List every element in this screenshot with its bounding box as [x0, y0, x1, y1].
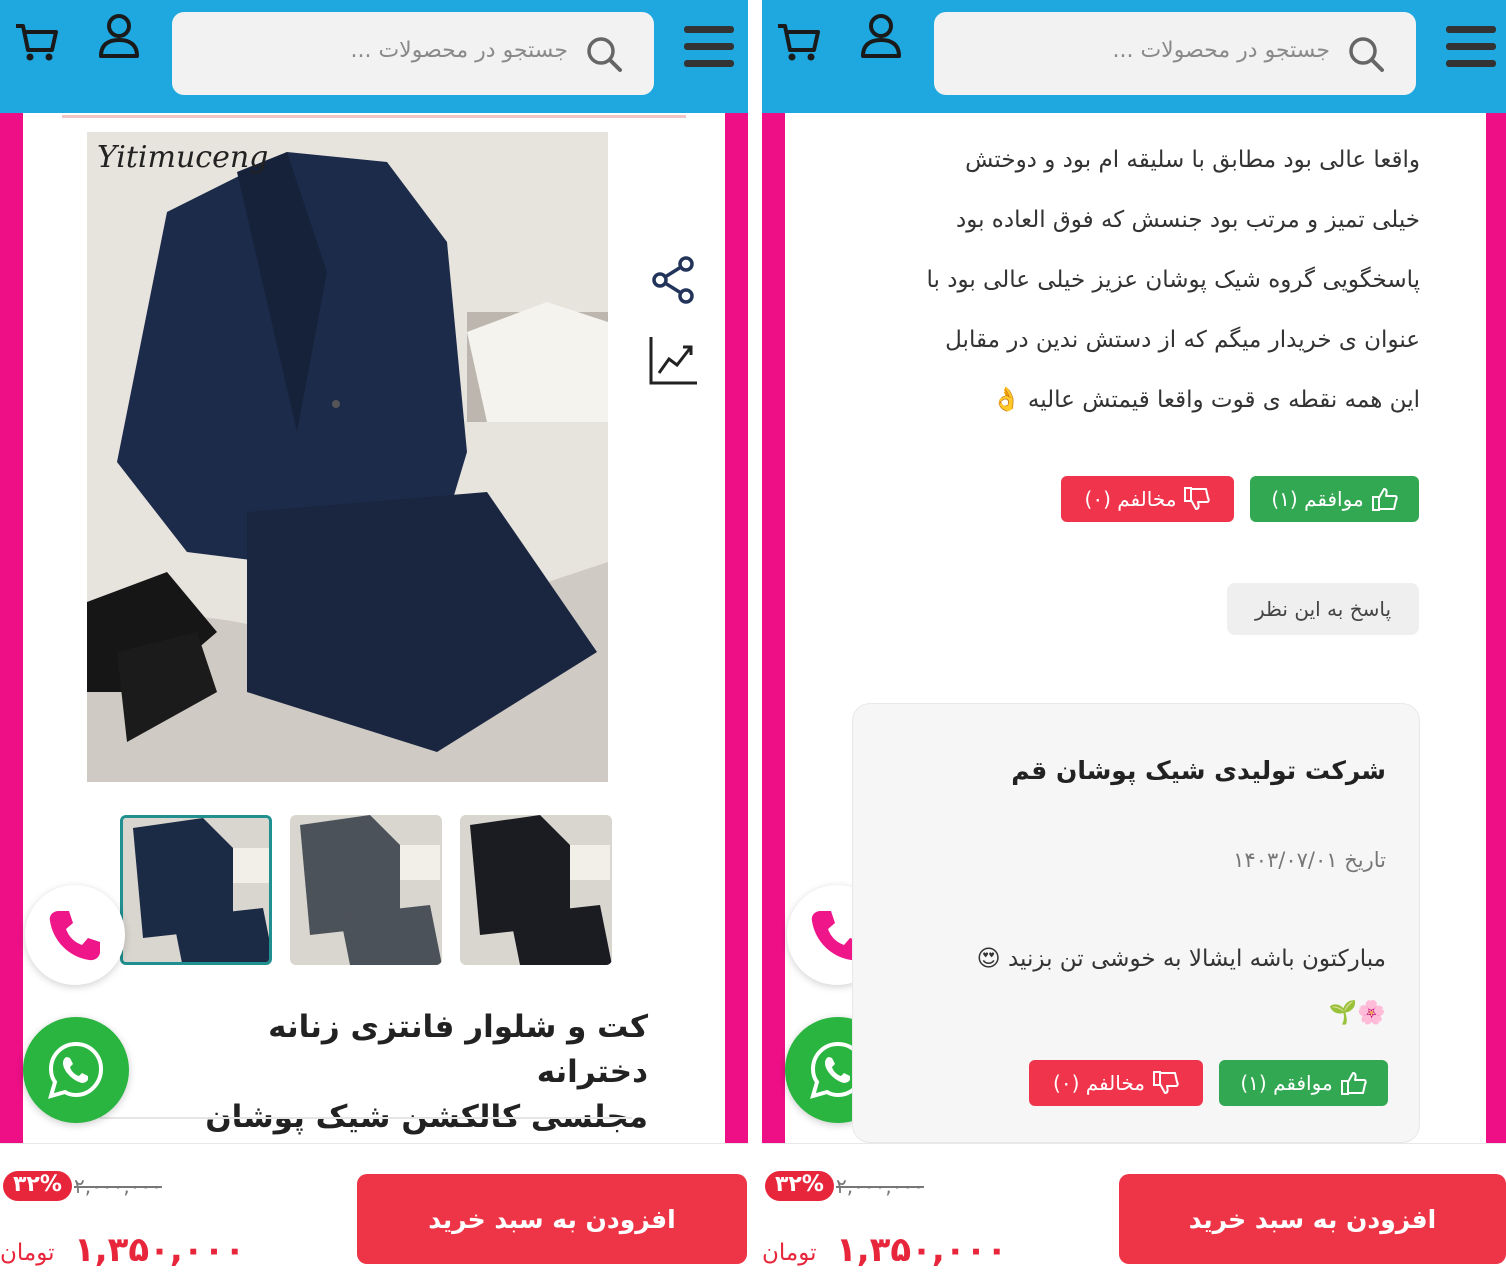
top-header: جستجو در محصولات ... [0, 0, 748, 113]
discount-badge: ۳۲% [765, 1171, 834, 1201]
menu-icon[interactable] [1446, 26, 1496, 68]
thumbnail-navy[interactable] [120, 815, 272, 965]
thumbnail-image [290, 815, 442, 965]
answer-text: مبارکتون باشه ایشالا به خوشی تن بزنید 😍 … [886, 932, 1386, 1040]
old-price: ۲,۰۰۰,۰۰۰ [836, 1174, 924, 1198]
suit-photo [87, 132, 608, 782]
disagree-label: مخالفم (۰) [1053, 1071, 1145, 1095]
answer-disagree-button[interactable]: مخالفم (۰) [1029, 1060, 1203, 1106]
review-line: خیلی تمیز و مرتب بود جنسش که فوق العاده … [955, 207, 1420, 233]
side-bar-right [725, 113, 748, 1143]
purchase-footer: ۳۲% ۲,۰۰۰,۰۰۰ تومان ۱,۳۵۰,۰۰۰ افزودن به … [0, 1143, 748, 1280]
whatsapp-icon [48, 1041, 104, 1099]
thumbs-up-icon [1340, 1072, 1367, 1095]
search-placeholder: جستجو در محصولات ... [1112, 38, 1331, 63]
product-title: کت و شلوار فانتزی زنانه دخترانه مجلسی کا… [150, 1005, 648, 1140]
image-watermark: Yitimuceng [97, 140, 269, 175]
search-icon[interactable] [584, 34, 624, 74]
divider-line [62, 115, 686, 118]
thumbnail-black[interactable] [460, 815, 612, 965]
product-main-image[interactable]: Yitimuceng [87, 132, 608, 782]
thumbs-down-icon [1152, 1071, 1179, 1094]
seller-answer-card: شرکت تولیدی شیک پوشان قم تاریخ ۱۴۰۳/۰۷/۰… [852, 703, 1420, 1143]
thumbs-up-icon [1371, 488, 1398, 511]
old-price: ۲,۰۰۰,۰۰۰ [74, 1174, 162, 1198]
side-bar-left [0, 113, 23, 1143]
product-title-line-1: کت و شلوار فانتزی زنانه دخترانه [268, 1009, 648, 1090]
answer-date: تاریخ ۱۴۰۳/۰۷/۰۱ [1233, 848, 1386, 872]
add-to-cart-button[interactable]: افزودن به سبد خرید [1119, 1174, 1506, 1264]
thumbnail-grey[interactable] [290, 815, 442, 965]
currency-label: تومان [0, 1240, 55, 1266]
price: ۱,۳۵۰,۰۰۰ [836, 1230, 1008, 1270]
review-line: عنوان ی خریدار میگم که از دستش ندین در م… [945, 327, 1420, 353]
review-line: واقعا عالی بود مطابق با سلیقه ام بود و د… [965, 147, 1420, 173]
search-icon[interactable] [1346, 34, 1386, 74]
agree-label: موافقم (۱) [1240, 1071, 1333, 1095]
cart-icon[interactable] [776, 18, 820, 62]
search-input[interactable]: جستجو در محصولات ... [934, 12, 1416, 95]
reply-button[interactable]: پاسخ به این نظر [1227, 583, 1419, 635]
title-divider [100, 1117, 632, 1119]
phone-call-button[interactable] [25, 885, 125, 985]
answer-text-line-2: 🌸🌱 [1328, 1000, 1386, 1026]
search-placeholder: جستجو در محصولات ... [350, 38, 569, 63]
product-screen: جستجو در محصولات ... Yitimuceng کت و شلو… [0, 0, 748, 1280]
side-bar-left [762, 113, 785, 1143]
disagree-label: مخالفم (۰) [1084, 487, 1177, 511]
side-bar-right [1486, 113, 1506, 1143]
purchase-footer: ۳۲% ۲,۰۰۰,۰۰۰ تومان ۱,۳۵۰,۰۰۰ افزودن به … [762, 1143, 1506, 1280]
thumbnail-image [123, 818, 269, 962]
thumbs-down-icon [1184, 487, 1211, 510]
disagree-button[interactable]: مخالفم (۰) [1061, 476, 1234, 522]
search-input[interactable]: جستجو در محصولات ... [172, 12, 654, 95]
menu-icon[interactable] [684, 26, 734, 68]
screen-divider [748, 0, 762, 1280]
discount-badge: ۳۲% [3, 1171, 72, 1201]
cart-icon[interactable] [14, 18, 58, 62]
user-icon[interactable] [859, 12, 903, 60]
add-to-cart-button[interactable]: افزودن به سبد خرید [357, 1174, 747, 1264]
review-line: پاسخگویی گروه شیک پوشان عزیز خیلی عالی ب… [926, 267, 1420, 293]
top-header: جستجو در محصولات ... [762, 0, 1506, 113]
user-icon[interactable] [97, 12, 141, 60]
review-line: این همه نقطه ی قوت واقعا قیمتش عالیه 👌 [991, 387, 1420, 413]
answer-author: شرکت تولیدی شیک پوشان قم [1011, 756, 1386, 785]
agree-label: موافقم (۱) [1271, 487, 1364, 511]
whatsapp-button[interactable] [23, 1017, 129, 1123]
answer-agree-button[interactable]: موافقم (۱) [1219, 1060, 1388, 1106]
agree-button[interactable]: موافقم (۱) [1250, 476, 1419, 522]
price: ۱,۳۵۰,۰۰۰ [74, 1230, 246, 1270]
chart-icon[interactable] [647, 335, 699, 387]
review-text: واقعا عالی بود مطابق با سلیقه ام بود و د… [852, 130, 1420, 430]
thumbnail-image [460, 815, 612, 965]
currency-label: تومان [762, 1240, 817, 1266]
share-icon[interactable] [650, 255, 696, 305]
phone-icon [49, 911, 100, 961]
answer-text-line-1: مبارکتون باشه ایشالا به خوشی تن بزنید 😍 [976, 946, 1386, 972]
